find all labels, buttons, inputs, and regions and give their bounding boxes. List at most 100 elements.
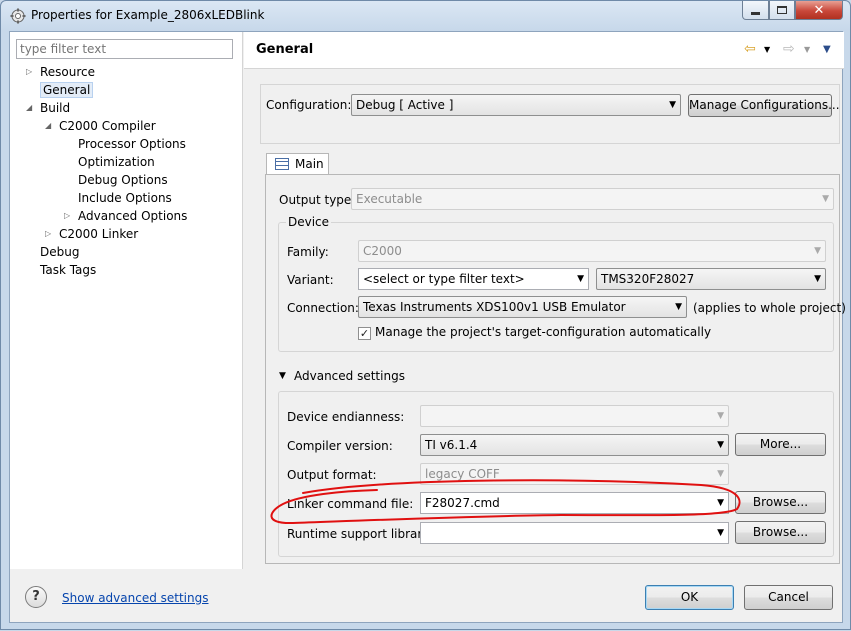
compiler-version-select[interactable]: TI v6.1.4 ▼ bbox=[420, 434, 729, 456]
output-format-select[interactable]: legacy COFF ▼ bbox=[420, 463, 729, 485]
output-type-label: Output type: bbox=[279, 193, 356, 207]
expand-arrow-icon[interactable]: ▷ bbox=[26, 63, 32, 81]
connection-value: Texas Instruments XDS100v1 USB Emulator bbox=[363, 300, 626, 314]
property-page: General ⇦ ▼ ⇨ ▼ ▼ Configuration: Debug [… bbox=[244, 32, 846, 569]
dropdown-arrow-icon: ▼ bbox=[675, 302, 682, 312]
dropdown-arrow-icon: ▼ bbox=[717, 498, 724, 508]
configuration-box: Configuration: Debug [ Active ] ▼ Manage… bbox=[260, 84, 840, 144]
configuration-label: Configuration: bbox=[266, 98, 352, 112]
tab-main[interactable]: Main bbox=[266, 153, 329, 175]
output-format-value: legacy COFF bbox=[425, 467, 500, 481]
variant-label: Variant: bbox=[287, 273, 334, 287]
family-label: Family: bbox=[287, 245, 329, 259]
tree-item-label: Optimization bbox=[78, 155, 155, 169]
back-dropdown-icon[interactable]: ▼ bbox=[764, 45, 770, 54]
configuration-select[interactable]: Debug [ Active ] ▼ bbox=[351, 94, 681, 116]
dialog-client: ▷ Resource General ◢ Build ◢ C2000 Compi… bbox=[9, 31, 846, 623]
family-select[interactable]: C2000 ▼ bbox=[358, 240, 826, 262]
dropdown-arrow-icon: ▼ bbox=[717, 469, 724, 479]
configuration-value: Debug [ Active ] bbox=[356, 98, 454, 112]
tree-item-task-tags[interactable]: Task Tags bbox=[40, 261, 96, 279]
advanced-settings-toggle[interactable]: Advanced settings bbox=[294, 369, 405, 383]
forward-arrow-icon[interactable]: ⇨ bbox=[783, 41, 795, 57]
tree-item-general[interactable]: General bbox=[40, 81, 94, 99]
tree-filter-input[interactable] bbox=[16, 39, 233, 59]
window-title: Properties for Example_2806xLEDBlink bbox=[31, 8, 265, 22]
table-icon bbox=[275, 158, 289, 170]
collapse-arrow-icon[interactable]: ◢ bbox=[45, 117, 51, 135]
linker-cmd-label: Linker command file: bbox=[287, 497, 414, 511]
app-icon bbox=[10, 8, 26, 24]
output-type-select[interactable]: Executable ▼ bbox=[351, 188, 834, 210]
advanced-collapse-icon[interactable]: ▼ bbox=[279, 371, 286, 381]
endianness-label: Device endianness: bbox=[287, 410, 405, 424]
main-tab-content: Output type: Executable ▼ Device Family:… bbox=[265, 174, 846, 564]
close-button[interactable]: ✕ bbox=[795, 1, 843, 20]
tree-item-label: Debug Options bbox=[78, 173, 168, 187]
maximize-icon bbox=[777, 6, 787, 14]
family-value: C2000 bbox=[363, 244, 402, 258]
tree-item-debug-options[interactable]: Debug Options bbox=[78, 171, 168, 189]
manage-configurations-button[interactable]: Manage Configurations... bbox=[688, 94, 840, 117]
variant-filter-combo[interactable]: <select or type filter text> ▼ bbox=[358, 268, 589, 290]
tree-item-label: Build bbox=[40, 101, 71, 115]
more-button[interactable]: More... bbox=[735, 433, 826, 456]
dropdown-arrow-icon: ▼ bbox=[669, 100, 676, 110]
endianness-select[interactable]: ▼ bbox=[420, 405, 729, 427]
tree-item-label: C2000 Linker bbox=[59, 227, 139, 241]
manage-target-checkbox[interactable]: ✓ bbox=[358, 327, 371, 340]
property-tree-panel: ▷ Resource General ◢ Build ◢ C2000 Compi… bbox=[10, 32, 243, 569]
view-menu-icon[interactable]: ▼ bbox=[823, 44, 831, 55]
tree-item-label: Debug bbox=[40, 245, 80, 259]
title-bar[interactable]: Properties for Example_2806xLEDBlink ✕ bbox=[1, 1, 850, 31]
connection-select[interactable]: Texas Instruments XDS100v1 USB Emulator … bbox=[358, 296, 687, 318]
output-format-label: Output format: bbox=[287, 468, 377, 482]
dropdown-arrow-icon: ▼ bbox=[717, 440, 724, 450]
tree-item-optimization[interactable]: Optimization bbox=[78, 153, 155, 171]
connection-note: (applies to whole project) bbox=[693, 301, 846, 315]
dropdown-arrow-icon: ▼ bbox=[717, 411, 724, 421]
dropdown-arrow-icon: ▼ bbox=[822, 194, 829, 204]
tree-item-label: Processor Options bbox=[78, 137, 186, 151]
manage-target-label[interactable]: Manage the project's target-configuratio… bbox=[375, 325, 711, 339]
page-header: General ⇦ ▼ ⇨ ▼ ▼ bbox=[244, 32, 844, 69]
tree-item-label: Advanced Options bbox=[78, 209, 188, 223]
linker-cmd-combo[interactable]: F28027.cmd ▼ bbox=[420, 492, 729, 514]
compiler-version-value: TI v6.1.4 bbox=[425, 438, 478, 452]
forward-dropdown-icon[interactable]: ▼ bbox=[804, 45, 810, 54]
runtime-lib-combo[interactable]: ▼ bbox=[420, 522, 729, 544]
output-type-value: Executable bbox=[356, 192, 423, 206]
runtime-browse-button[interactable]: Browse... bbox=[735, 521, 826, 544]
linker-browse-button[interactable]: Browse... bbox=[735, 491, 826, 514]
tree-item-debug[interactable]: Debug bbox=[40, 243, 79, 261]
tree-item-label: Resource bbox=[40, 65, 96, 79]
back-arrow-icon[interactable]: ⇦ bbox=[744, 41, 756, 57]
collapse-arrow-icon[interactable]: ◢ bbox=[26, 99, 32, 117]
dropdown-arrow-icon: ▼ bbox=[577, 274, 584, 284]
dropdown-arrow-icon: ▼ bbox=[814, 246, 821, 256]
ok-button[interactable]: OK bbox=[645, 585, 734, 610]
tree-item-label: C2000 Compiler bbox=[59, 119, 156, 133]
minimize-button[interactable] bbox=[742, 1, 769, 20]
device-group: Device Family: C2000 ▼ Variant: <select … bbox=[278, 215, 846, 352]
tree-item-label: Task Tags bbox=[40, 263, 97, 277]
tab-main-label: Main bbox=[295, 157, 324, 171]
linker-cmd-value: F28027.cmd bbox=[425, 496, 500, 510]
expand-arrow-icon[interactable]: ▷ bbox=[45, 225, 51, 243]
tree-item-processor-options[interactable]: Processor Options bbox=[78, 135, 186, 153]
tree-item-label: Include Options bbox=[78, 191, 172, 205]
show-advanced-settings-link[interactable]: Show advanced settings bbox=[62, 591, 209, 605]
tree-item-include-options[interactable]: Include Options bbox=[78, 189, 172, 207]
properties-dialog: Properties for Example_2806xLEDBlink ✕ ▷… bbox=[0, 0, 851, 630]
dropdown-arrow-icon: ▼ bbox=[717, 528, 724, 538]
maximize-button[interactable] bbox=[769, 1, 795, 20]
page-title: General bbox=[256, 42, 314, 57]
variant-select[interactable]: TMS320F28027 ▼ bbox=[596, 268, 826, 290]
advanced-settings-group: Device endianness: ▼ Compiler version: T… bbox=[278, 391, 834, 557]
help-icon[interactable]: ? bbox=[25, 586, 47, 608]
connection-label: Connection: bbox=[287, 301, 359, 315]
runtime-lib-label: Runtime support library: bbox=[287, 527, 433, 541]
compiler-version-label: Compiler version: bbox=[287, 439, 393, 453]
cancel-button[interactable]: Cancel bbox=[744, 585, 833, 610]
expand-arrow-icon[interactable]: ▷ bbox=[64, 207, 70, 225]
